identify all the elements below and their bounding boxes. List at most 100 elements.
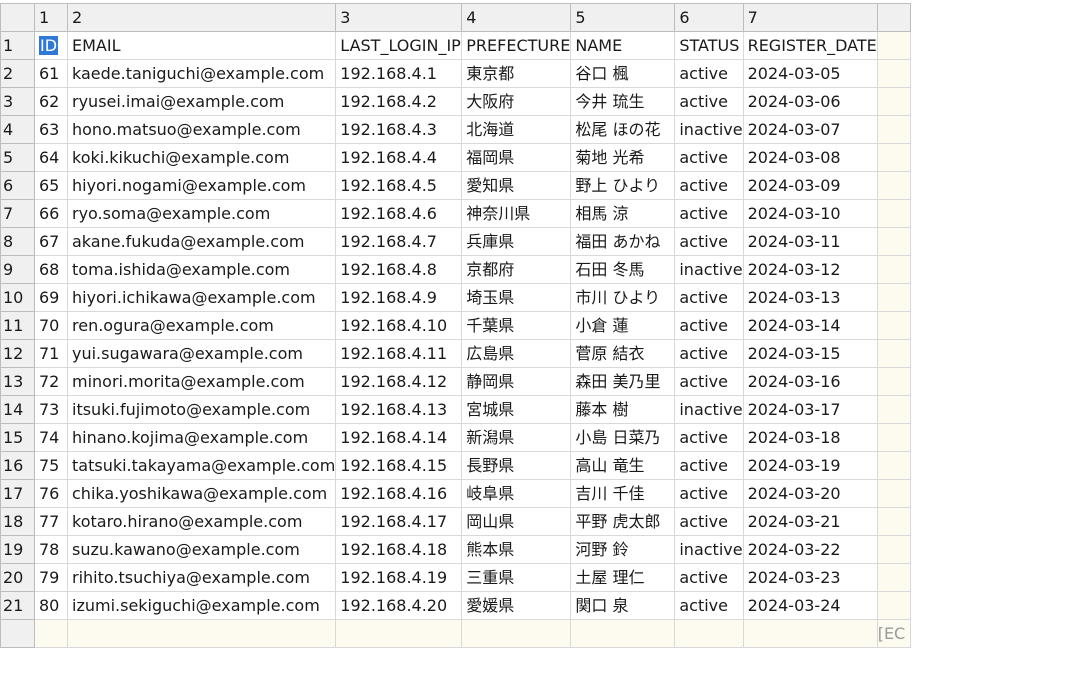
cell-register-date[interactable]: 2024-03-24: [742, 591, 878, 620]
cell-register-date[interactable]: 2024-03-07: [742, 115, 878, 144]
cell-register-date[interactable]: 2024-03-23: [742, 563, 878, 592]
cell-name[interactable]: 藤本 樹: [570, 395, 676, 424]
cell-id[interactable]: 79: [34, 563, 68, 592]
row-header-8[interactable]: 8: [0, 227, 35, 256]
empty-cell[interactable]: [570, 619, 676, 648]
cell-name[interactable]: 福田 あかね: [570, 227, 676, 256]
cell-id[interactable]: 70: [34, 311, 68, 340]
empty-column-cell[interactable]: [876, 311, 911, 340]
cell-prefecture[interactable]: 広島県: [461, 339, 572, 368]
cell-last-login-ip[interactable]: 192.168.4.19: [335, 563, 463, 592]
cell-id[interactable]: 75: [34, 451, 68, 480]
row-header-15[interactable]: 15: [0, 423, 35, 452]
empty-cell[interactable]: [66, 619, 337, 648]
cell-status[interactable]: active: [674, 199, 744, 228]
cell-id[interactable]: 80: [34, 591, 68, 620]
cell-register-date[interactable]: 2024-03-09: [742, 171, 878, 200]
row-header-empty[interactable]: [0, 619, 35, 648]
cell-email[interactable]: chika.yoshikawa@example.com: [66, 479, 337, 508]
cell-name[interactable]: 今井 琉生: [570, 87, 676, 116]
cell-prefecture[interactable]: 愛媛県: [461, 591, 572, 620]
column-header-4[interactable]: 4: [461, 3, 572, 32]
row-header-21[interactable]: 21: [0, 591, 35, 620]
cell-email[interactable]: izumi.sekiguchi@example.com: [66, 591, 337, 620]
cell-email[interactable]: ren.ogura@example.com: [66, 311, 337, 340]
cell-last-login-ip[interactable]: 192.168.4.15: [335, 451, 463, 480]
cell-name[interactable]: 石田 冬馬: [570, 255, 676, 284]
cell-email[interactable]: kotaro.hirano@example.com: [66, 507, 337, 536]
cell-last-login-ip[interactable]: 192.168.4.9: [335, 283, 463, 312]
row-header-9[interactable]: 9: [0, 255, 35, 284]
empty-column-cell[interactable]: [876, 255, 911, 284]
cell-prefecture[interactable]: 東京都: [461, 59, 572, 88]
cell-prefecture[interactable]: 熊本県: [461, 535, 572, 564]
cell-prefecture[interactable]: 静岡県: [461, 367, 572, 396]
row-header-13[interactable]: 13: [0, 367, 35, 396]
cell-id[interactable]: 63: [34, 115, 68, 144]
cell-status[interactable]: inactive: [674, 535, 744, 564]
cell-name[interactable]: 土屋 理仁: [570, 563, 676, 592]
empty-cell[interactable]: [335, 619, 463, 648]
empty-column-cell[interactable]: [876, 143, 911, 172]
column-header-2[interactable]: 2: [66, 3, 337, 32]
cell-id[interactable]: 67: [34, 227, 68, 256]
cell-id[interactable]: 65: [34, 171, 68, 200]
cell-status[interactable]: active: [674, 171, 744, 200]
cell-id[interactable]: 76: [34, 479, 68, 508]
cell-prefecture[interactable]: 大阪府: [461, 87, 572, 116]
cell-status[interactable]: active: [674, 423, 744, 452]
cell-status[interactable]: active: [674, 311, 744, 340]
cell-prefecture[interactable]: 福岡県: [461, 143, 572, 172]
row-header-20[interactable]: 20: [0, 563, 35, 592]
cell-id[interactable]: ID: [34, 31, 68, 60]
cell-email[interactable]: kaede.taniguchi@example.com: [66, 59, 337, 88]
cell-name[interactable]: 吉川 千佳: [570, 479, 676, 508]
cell-prefecture[interactable]: 兵庫県: [461, 227, 572, 256]
cell-last-login-ip[interactable]: 192.168.4.17: [335, 507, 463, 536]
empty-column-cell[interactable]: [876, 423, 911, 452]
cell-last-login-ip[interactable]: 192.168.4.3: [335, 115, 463, 144]
cell-name[interactable]: 平野 虎太郎: [570, 507, 676, 536]
cell-register-date[interactable]: 2024-03-13: [742, 283, 878, 312]
cell-id[interactable]: 77: [34, 507, 68, 536]
row-header-4[interactable]: 4: [0, 115, 35, 144]
empty-column-cell[interactable]: [876, 367, 911, 396]
cell-status[interactable]: inactive: [674, 255, 744, 284]
cell-name[interactable]: 関口 泉: [570, 591, 676, 620]
row-header-14[interactable]: 14: [0, 395, 35, 424]
cell-email[interactable]: itsuki.fujimoto@example.com: [66, 395, 337, 424]
row-header-6[interactable]: 6: [0, 171, 35, 200]
column-header-7[interactable]: 7: [742, 3, 878, 32]
cell-status[interactable]: active: [674, 227, 744, 256]
cell-email[interactable]: hinano.kojima@example.com: [66, 423, 337, 452]
cell-name[interactable]: 市川 ひより: [570, 283, 676, 312]
cell-email[interactable]: suzu.kawano@example.com: [66, 535, 337, 564]
cell-id[interactable]: 62: [34, 87, 68, 116]
row-header-19[interactable]: 19: [0, 535, 35, 564]
row-header-16[interactable]: 16: [0, 451, 35, 480]
cell-id[interactable]: 66: [34, 199, 68, 228]
cell-email[interactable]: tatsuki.takayama@example.com: [66, 451, 337, 480]
row-header-5[interactable]: 5: [0, 143, 35, 172]
cell-email[interactable]: hiyori.nogami@example.com: [66, 171, 337, 200]
row-header-11[interactable]: 11: [0, 311, 35, 340]
row-header-18[interactable]: 18: [0, 507, 35, 536]
cell-register-date[interactable]: 2024-03-17: [742, 395, 878, 424]
cell-id[interactable]: 74: [34, 423, 68, 452]
cell-prefecture[interactable]: 神奈川県: [461, 199, 572, 228]
cell-email[interactable]: rihito.tsuchiya@example.com: [66, 563, 337, 592]
cell-register-date[interactable]: REGISTER_DATE: [742, 31, 878, 60]
cell-last-login-ip[interactable]: 192.168.4.7: [335, 227, 463, 256]
cell-register-date[interactable]: 2024-03-10: [742, 199, 878, 228]
empty-column-cell[interactable]: [876, 31, 911, 60]
empty-column-cell[interactable]: [876, 283, 911, 312]
cell-prefecture[interactable]: 岐阜県: [461, 479, 572, 508]
cell-status[interactable]: active: [674, 59, 744, 88]
cell-email[interactable]: ryusei.imai@example.com: [66, 87, 337, 116]
cell-register-date[interactable]: 2024-03-18: [742, 423, 878, 452]
cell-name[interactable]: 高山 竜生: [570, 451, 676, 480]
cell-register-date[interactable]: 2024-03-08: [742, 143, 878, 172]
cell-last-login-ip[interactable]: 192.168.4.10: [335, 311, 463, 340]
column-header-3[interactable]: 3: [335, 3, 463, 32]
cell-status[interactable]: inactive: [674, 395, 744, 424]
